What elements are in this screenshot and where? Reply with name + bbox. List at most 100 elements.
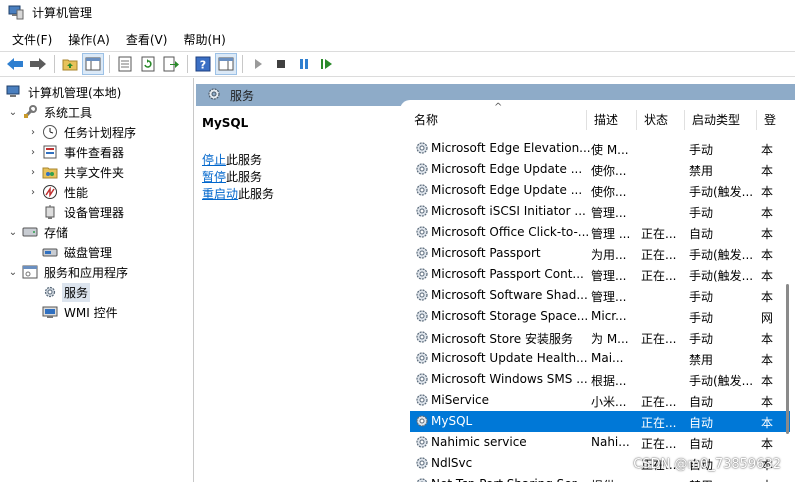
storage-icon <box>22 224 38 240</box>
service-description-cell: 小米... <box>591 395 627 409</box>
help-icon[interactable]: ? <box>192 53 214 75</box>
navigation-tree: 计算机管理(本地) ⌄ 系统工具 › 任务计划程序 › 事件查看器 › 共享文件… <box>0 78 194 482</box>
service-row[interactable]: Microsoft Passport Cont... 管理... 正在... 手动(触… <box>410 264 790 285</box>
service-row[interactable]: MiService 小米... 正在... 自动 本 <box>410 390 790 411</box>
column-header-description[interactable]: 描述 <box>594 108 618 130</box>
refresh-icon[interactable] <box>137 53 159 75</box>
service-row[interactable]: Microsoft Store 安装服务 为 M... 正在... 手动 本 <box>410 327 790 348</box>
service-row[interactable]: Microsoft Storage Space... Micr... 手动 网 <box>410 306 790 327</box>
expand-chevron-icon[interactable]: › <box>26 187 40 198</box>
column-divider[interactable] <box>756 110 757 130</box>
service-description-cell: Micr... <box>591 309 627 323</box>
resume-icon[interactable] <box>316 53 338 75</box>
tree-item-wmi[interactable]: WMI 控件 <box>40 302 120 322</box>
show-hide-tree-icon[interactable] <box>82 53 104 75</box>
column-divider[interactable] <box>636 110 637 130</box>
forward-arrow-icon[interactable] <box>27 53 49 75</box>
play-icon[interactable] <box>247 53 269 75</box>
tree-label: 磁盘管理 <box>64 245 113 260</box>
tree-item-device-manager[interactable]: 设备管理器 <box>40 202 126 222</box>
service-name-cell: MiService <box>431 393 490 407</box>
tree-label: 存储 <box>44 225 69 240</box>
menu-view[interactable]: 查看(V) <box>120 31 174 48</box>
toolbar: ? <box>0 51 795 77</box>
menu-help[interactable]: 帮助(H) <box>177 31 231 48</box>
service-row[interactable]: Microsoft Windows SMS ... 根据... 手动(触发... 本 <box>410 369 790 390</box>
service-logon-cell: 本 <box>761 227 774 241</box>
tree-item-root[interactable]: 计算机管理(本地) <box>4 82 123 102</box>
service-row[interactable]: Microsoft Edge Elevation... 使 M... 手动 本 <box>410 138 790 159</box>
column-header-startup-type[interactable]: 启动类型 <box>692 108 740 130</box>
show-hide-action-icon[interactable] <box>215 53 237 75</box>
tree-item-system-tools[interactable]: ⌄ 系统工具 <box>6 102 94 122</box>
stop-service-action: 停止此服务 <box>202 151 262 168</box>
service-startup-type-cell: 手动(触发... <box>689 248 754 262</box>
service-description-cell: 使你... <box>591 185 627 199</box>
column-header-status[interactable]: 状态 <box>644 108 668 130</box>
service-row[interactable]: Nahimic service Nahi... 正在... 自动 本 <box>410 432 790 453</box>
menu-file[interactable]: 文件(F) <box>6 31 58 48</box>
tree-label: 共享文件夹 <box>64 165 125 180</box>
expand-chevron-icon[interactable]: › <box>26 147 40 158</box>
service-row[interactable]: Microsoft Edge Update ... 使你... 禁用 本 <box>410 159 790 180</box>
clock-icon <box>42 124 58 140</box>
column-header-name[interactable]: 名称 <box>414 108 438 130</box>
column-header-logon[interactable]: 登 <box>764 108 776 130</box>
service-logon-cell: 本 <box>761 477 781 482</box>
service-row[interactable]: Microsoft Passport 为用... 正在... 手动(触发... 本 <box>410 243 790 264</box>
computer-icon <box>6 84 22 100</box>
menu-action[interactable]: 操作(A) <box>62 31 116 48</box>
up-folder-icon[interactable] <box>59 53 81 75</box>
stop-icon[interactable] <box>270 53 292 75</box>
properties-icon[interactable] <box>114 53 136 75</box>
service-gear-icon <box>414 182 430 198</box>
services-pane: 服务 MySQL 停止此服务 暂停此服务 重启动此服务 ^ 名称 描述 状态 启… <box>196 78 795 482</box>
service-row[interactable]: Microsoft Office Click-to-... 管理 ... 正在...… <box>410 222 790 243</box>
collapse-chevron-icon[interactable]: ⌄ <box>6 227 20 238</box>
services-gear-icon <box>42 284 58 300</box>
vertical-scrollbar[interactable] <box>786 284 789 434</box>
service-gear-icon <box>414 455 430 471</box>
service-name-cell: Microsoft Software Shad... <box>431 288 588 302</box>
tree-item-disk-management[interactable]: 磁盘管理 <box>40 242 114 262</box>
action-suffix: 此服务 <box>238 187 275 201</box>
back-arrow-icon[interactable] <box>4 53 26 75</box>
stop-service-link[interactable]: 停止 <box>202 153 226 167</box>
action-suffix: 此服务 <box>226 170 263 184</box>
expand-chevron-icon[interactable]: › <box>26 167 40 178</box>
toolbar-separator <box>54 55 55 73</box>
tree-item-storage[interactable]: ⌄ 存储 <box>6 222 70 242</box>
restart-service-link[interactable]: 重启动 <box>202 187 238 201</box>
service-row[interactable]: Microsoft Update Health... Mai... 禁用 本 <box>410 348 790 369</box>
tree-item-task-scheduler[interactable]: › 任务计划程序 <box>26 122 138 142</box>
pause-icon[interactable] <box>293 53 315 75</box>
tree-label: WMI 控件 <box>64 305 118 320</box>
pause-service-link[interactable]: 暂停 <box>202 170 226 184</box>
service-startup-type-cell: 禁用 <box>689 353 714 367</box>
services-gear-icon <box>206 86 222 105</box>
tree-item-services[interactable]: 服务 <box>40 282 91 302</box>
collapse-chevron-icon[interactable]: ⌄ <box>6 107 20 118</box>
service-status-cell: 正在... <box>641 269 677 283</box>
expand-chevron-icon[interactable]: › <box>26 127 40 138</box>
column-divider[interactable] <box>684 110 685 130</box>
service-row[interactable]: Microsoft iSCSI Initiator ... 管理... 手动 本 <box>410 201 790 222</box>
service-name-cell: Microsoft Passport <box>431 246 541 260</box>
service-row[interactable]: Microsoft Software Shad... 管理... 手动 本 <box>410 285 790 306</box>
tree-item-services-apps[interactable]: ⌄ 服务和应用程序 <box>6 262 130 282</box>
tree-item-event-viewer[interactable]: › 事件查看器 <box>26 142 126 162</box>
service-row[interactable]: MySQL 正在... 自动 本 <box>410 411 790 432</box>
tree-item-shared-folders[interactable]: › 共享文件夹 <box>26 162 126 182</box>
service-name-cell: Nahimic service <box>431 435 527 449</box>
tree-item-performance[interactable]: › 性能 <box>26 182 90 202</box>
service-row[interactable]: Net Tcp Port Sharing Ser...提供... 禁用 本 <box>410 474 790 482</box>
service-logon-cell: 本 <box>761 416 774 430</box>
service-row[interactable]: Microsoft Edge Update ... 使你... 手动(触发... 本 <box>410 180 790 201</box>
performance-icon <box>42 184 58 200</box>
services-list: ^ 名称 描述 状态 启动类型 登 Microsoft Edge Elevati… <box>400 100 795 482</box>
service-description-cell: 管理... <box>591 290 627 304</box>
column-divider[interactable] <box>586 110 587 130</box>
export-icon[interactable] <box>160 53 182 75</box>
service-startup-type-cell: 禁用 <box>689 477 755 482</box>
collapse-chevron-icon[interactable]: ⌄ <box>6 267 20 278</box>
